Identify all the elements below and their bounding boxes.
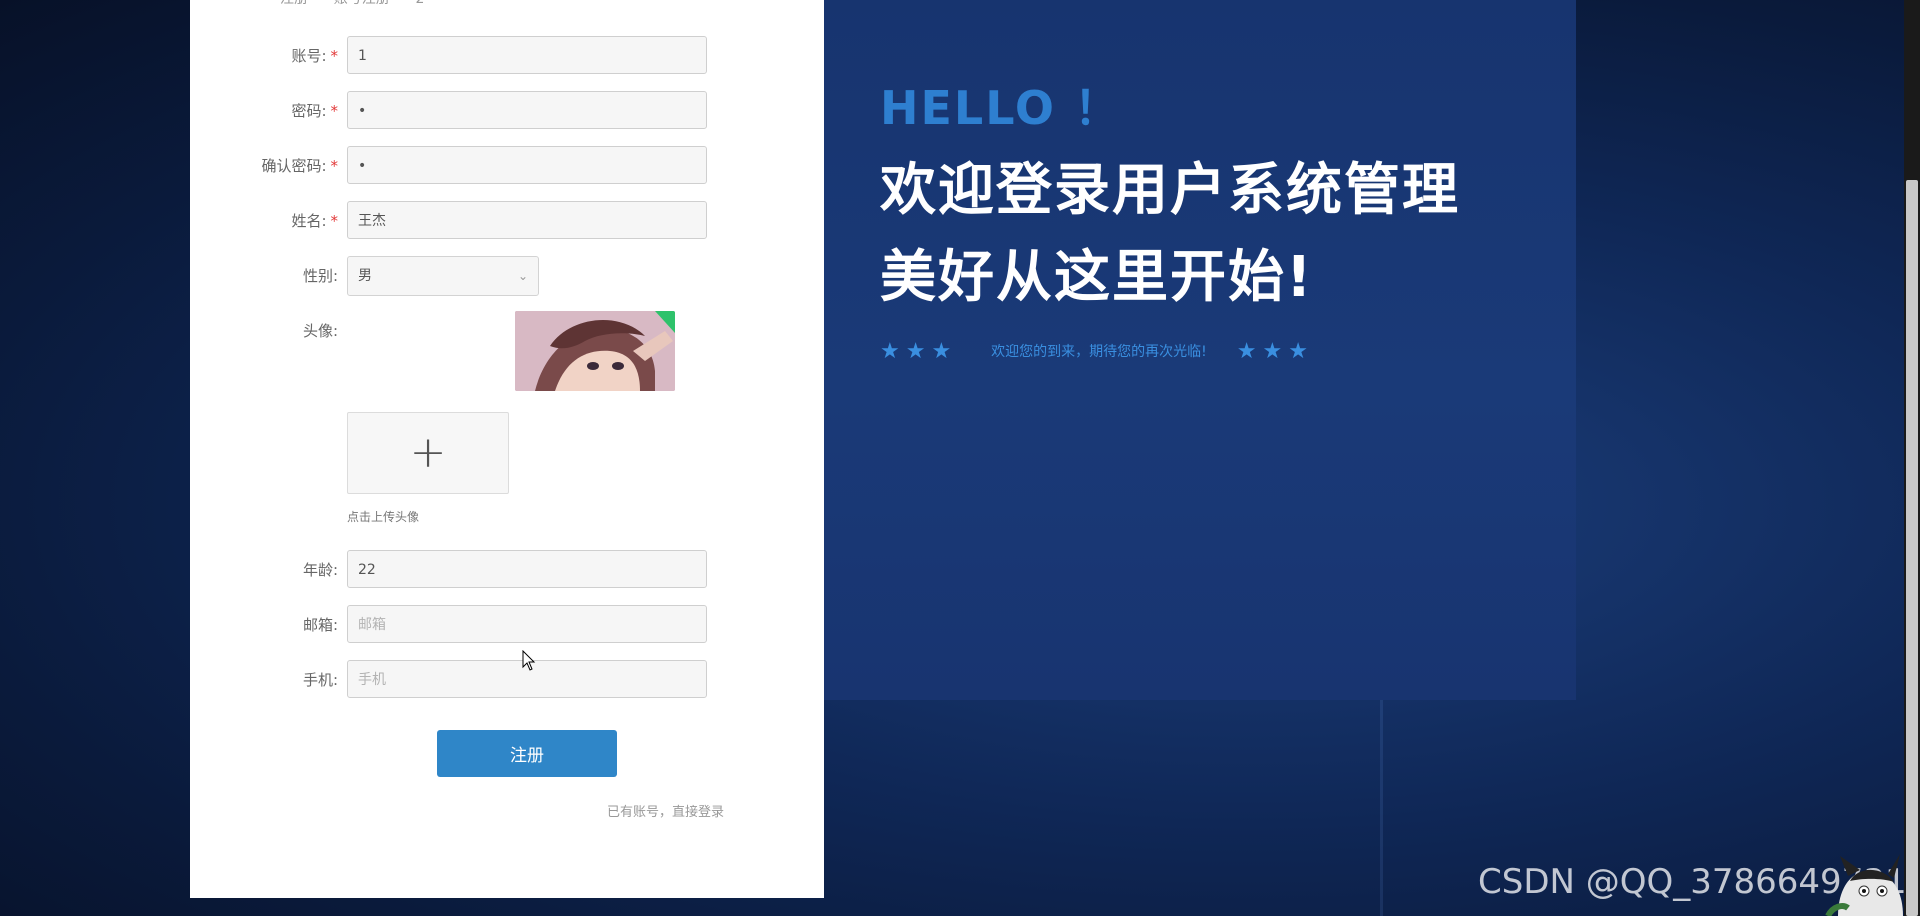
required-mark: * [330,102,339,120]
chevron-down-icon: ⌄ [517,269,528,283]
form-row-phone: 手机: 手机 [190,660,824,700]
upload-hint: 点击上传头像 [347,510,420,524]
register-form-card: 注册 ── 账号注册 ── 2 账号:* 1 密码:* • 确认密码:* • 姓… [190,0,824,898]
form-row-email: 邮箱: 邮箱 [190,605,824,645]
gender-label: 性别: [302,267,338,285]
name-input[interactable]: 王杰 [347,201,707,239]
tagline: ★★★ 欢迎您的到来，期待您的再次光临! ★★★ [880,338,1314,364]
mouse-cursor-icon [522,650,536,671]
avatar-upload-button[interactable]: + [347,412,509,494]
confirm-password-input[interactable]: • [347,146,707,184]
gender-value: 男 [358,268,372,284]
hello-heading: HELLO ！ [880,81,1123,135]
tagline-text: 欢迎您的到来，期待您的再次光临! [991,344,1207,360]
plus-icon: + [409,427,447,478]
form-row-name: 姓名: * 王杰 [190,201,824,241]
form-row-avatar: 头像: [190,311,824,351]
age-input[interactable]: 22 [347,550,707,588]
required-mark: * [330,157,339,175]
form-row-confirm-password: 确认密码: * • [190,146,824,186]
login-link[interactable]: 已有账号，直接登录 [607,801,724,820]
account-label: 账号: * [291,36,338,76]
avatar-illustration [515,311,675,391]
stars-right: ★★★ [1236,338,1314,364]
email-input[interactable]: 邮箱 [347,605,707,643]
form-row-password: 密码: * • [190,91,824,131]
name-label: 姓名: * [291,201,338,241]
password-label-text: 密码: [291,102,327,120]
register-button[interactable]: 注册 [437,730,617,777]
phone-label: 手机: [302,671,338,689]
welcome-line-1: 欢迎登录用户系统管理 [880,158,1460,223]
age-label: 年龄: [302,561,338,579]
avatar-image[interactable] [515,311,675,391]
stars-left: ★★★ [880,338,958,364]
confirm-password-label: 确认密码: * [261,146,338,186]
form-row-account: 账号: * 1 [190,36,824,76]
email-label: 邮箱: [302,616,338,634]
password-input[interactable]: • [347,91,707,129]
required-mark: * [330,47,339,65]
page-scrollbar-thumb[interactable] [1906,180,1918,916]
form-row-age: 年龄: 22 [190,550,824,590]
confirm-password-label-text: 确认密码: [261,157,327,175]
password-label: 密码: * [291,91,338,131]
welcome-line-2: 美好从这里开始! [880,245,1314,310]
avatar-label: 头像: [302,322,338,340]
gender-select[interactable]: 男 ⌄ [347,256,539,296]
required-mark: * [330,212,339,230]
account-label-text: 账号: [291,47,327,65]
bg-line [1380,700,1383,916]
form-row-gender: 性别: 男 ⌄ [190,256,824,296]
account-input[interactable]: 1 [347,36,707,74]
name-label-text: 姓名: [291,212,327,230]
form-top-fragment: 注册 ── 账号注册 ── 2 [280,0,424,8]
